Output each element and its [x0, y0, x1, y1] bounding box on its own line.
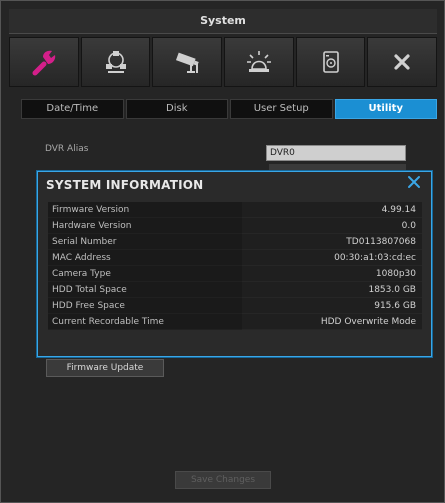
- network-icon: [105, 51, 126, 73]
- info-value: 1080p30: [242, 266, 422, 282]
- info-value: 4.99.14: [242, 202, 422, 218]
- info-row: Hardware Version 0.0: [48, 218, 422, 234]
- toolbar-wrench-button[interactable]: [9, 37, 79, 87]
- info-row: HDD Total Space 1853.0 GB: [48, 282, 422, 298]
- info-key: MAC Address: [48, 250, 242, 266]
- info-row: Camera Type 1080p30: [48, 266, 422, 282]
- toolbar-camera-button[interactable]: [152, 37, 223, 87]
- tab-utility[interactable]: Utility: [334, 99, 437, 119]
- info-value: 0.0: [242, 218, 422, 234]
- tab-user-setup[interactable]: User Setup: [230, 99, 333, 119]
- info-key: Hardware Version: [48, 218, 242, 234]
- info-key: HDD Total Space: [48, 282, 242, 298]
- tab-date-time[interactable]: Date/Time: [21, 99, 124, 119]
- info-value: HDD Overwrite Mode: [242, 314, 422, 330]
- toolbar-storage-button[interactable]: [295, 37, 366, 87]
- info-row: Firmware Version 4.99.14: [48, 202, 422, 218]
- system-window: System Date/Time Disk User Setup Utility…: [0, 0, 445, 503]
- info-row: HDD Free Space 915.6 GB: [48, 298, 422, 314]
- info-key: Firmware Version: [48, 202, 242, 218]
- firmware-update-button[interactable]: Firmware Update: [46, 359, 164, 377]
- dialog-title: SYSTEM INFORMATION: [46, 178, 204, 192]
- info-row: MAC Address 00:30:a1:03:cd:ec: [48, 250, 422, 266]
- save-changes-button[interactable]: Save Changes: [175, 471, 271, 489]
- toolbar: [9, 37, 438, 87]
- info-key: Camera Type: [48, 266, 242, 282]
- system-information-dialog: SYSTEM INFORMATION Firmware Version 4.99…: [37, 171, 432, 357]
- info-key: Current Recordable Time: [48, 314, 242, 330]
- toolbar-network-button[interactable]: [80, 37, 151, 87]
- alarm-icon: [246, 51, 271, 72]
- tab-bar: Date/Time Disk User Setup Utility: [21, 99, 437, 119]
- info-value: 1853.0 GB: [242, 282, 422, 298]
- wrench-icon: [32, 50, 56, 76]
- tab-disk[interactable]: Disk: [125, 99, 228, 119]
- window-title: System: [9, 9, 437, 34]
- info-table: Firmware Version 4.99.14 Hardware Versio…: [48, 202, 422, 346]
- info-key: Serial Number: [48, 234, 242, 250]
- info-row: Serial Number TD0113807068: [48, 234, 422, 250]
- dvr-alias-input[interactable]: DVR0: [266, 145, 406, 161]
- camera-icon: [176, 52, 199, 73]
- info-row: Current Recordable Time HDD Overwrite Mo…: [48, 314, 422, 330]
- info-value: TD0113807068: [242, 234, 422, 250]
- info-key: HDD Free Space: [48, 298, 242, 314]
- info-value: 00:30:a1:03:cd:ec: [242, 250, 422, 266]
- close-icon: [394, 54, 410, 70]
- dvr-alias-label: DVR Alias: [45, 144, 89, 154]
- dialog-close-icon[interactable]: [407, 175, 421, 189]
- toolbar-close-button[interactable]: [367, 37, 438, 87]
- storage-icon: [322, 51, 339, 73]
- info-value: 915.6 GB: [242, 298, 422, 314]
- toolbar-alarm-button[interactable]: [224, 37, 294, 87]
